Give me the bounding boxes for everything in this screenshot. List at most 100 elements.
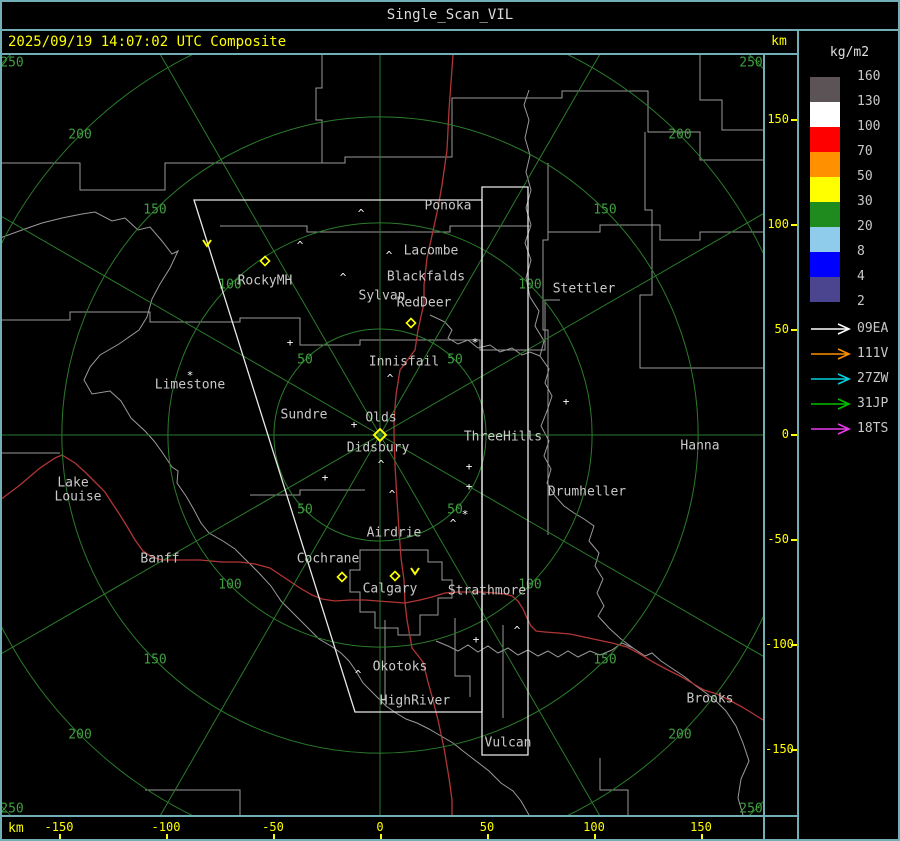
city-label: Louise — [55, 490, 102, 505]
town-marker: ^ — [386, 249, 393, 262]
bottom-axis-label: 100 — [583, 820, 605, 834]
legend-swatch — [810, 252, 840, 277]
legend-color-scale — [810, 77, 840, 302]
radar-site-marker — [259, 255, 271, 267]
bottom-axis-label: 0 — [376, 820, 384, 834]
range-ring-label: 100 — [218, 577, 241, 592]
town-marker: ^ — [340, 271, 347, 284]
town-marker: * — [187, 369, 194, 382]
legend-panel: kg/m2 160 130 100 70 50 30 20 8 4 2 09EA 111V 27ZW 31… — [799, 31, 900, 841]
right-axis-label: 150 — [767, 112, 789, 126]
radar-arrow-icon — [811, 348, 851, 360]
range-ring-label: 200 — [668, 128, 691, 143]
bottom-axis-label: -50 — [262, 820, 284, 834]
range-ring-label: 150 — [143, 652, 166, 667]
city-label: Banff — [140, 552, 179, 567]
range-ring-label: 150 — [143, 203, 166, 218]
town-marker: ^ — [387, 372, 394, 385]
legend-swatch — [810, 202, 840, 227]
legend-scale-label: 70 — [857, 144, 873, 159]
range-ring-label: 250 — [739, 802, 762, 816]
legend-swatch — [810, 77, 840, 102]
legend-swatch — [810, 152, 840, 177]
timestamp-label: 2025/09/19 14:07:02 UTC Composite — [8, 34, 287, 50]
city-label: Lake — [57, 476, 88, 491]
bottom-axis-tick — [487, 834, 489, 841]
range-ring-label: 150 — [593, 652, 616, 667]
bottom-axis-label: 50 — [479, 820, 495, 834]
bottom-axis: km -150 -100 -50 0 50 100 150 — [0, 817, 797, 841]
town-marker: + — [473, 633, 480, 646]
town-marker: ^ — [514, 624, 521, 637]
city-label: Strathmore — [448, 584, 526, 599]
range-ring-label: 50 — [297, 353, 313, 368]
city-label: Cochrane — [297, 552, 360, 567]
bottom-axis-tick — [273, 834, 275, 841]
divider — [0, 29, 900, 31]
city-label: Sundre — [281, 408, 328, 423]
city-label: Okotoks — [373, 660, 428, 675]
town-marker: + — [466, 480, 473, 493]
window-title: Single_Scan_VIL — [386, 6, 514, 23]
right-axis-label: 0 — [781, 427, 789, 441]
radar-map-canvas[interactable]: 50 50 50 50 100 100 100 100 150 150 150 150 200 200 20… — [0, 55, 763, 815]
right-axis-label: -100 — [765, 637, 794, 651]
radar-arrow-icon — [811, 323, 851, 335]
legend-swatch — [810, 227, 840, 252]
radar-id-label: 09EA — [857, 321, 889, 336]
legend-scale-label: 160 — [857, 69, 881, 84]
divider — [0, 53, 797, 55]
city-label: Innisfail — [369, 355, 439, 370]
radar-map-svg[interactable]: 50 5050 50100 100100 100150 150150 150200 20020… — [0, 55, 763, 815]
radar-arrow-icon — [811, 398, 851, 410]
city-label: Brooks — [687, 692, 734, 707]
city-label: Stettler — [553, 282, 616, 297]
range-ring-label: 50 — [297, 502, 313, 517]
legend-scale-label: 2 — [857, 294, 865, 309]
legend-swatch — [810, 177, 840, 202]
city-label: Calgary — [363, 582, 418, 597]
bottom-axis-label: -100 — [151, 820, 181, 834]
city-label: Vulcan — [485, 736, 532, 751]
city-label: RockyMH — [238, 274, 293, 289]
legend-scale-label: 130 — [857, 94, 881, 109]
radar-site-marker — [389, 570, 401, 582]
range-ring-label: 100 — [518, 278, 541, 293]
right-axis-label: -150 — [765, 742, 794, 756]
town-marker: + — [287, 336, 294, 349]
town-marker: ^ — [355, 668, 362, 681]
divider — [797, 29, 799, 841]
town-marker: ^ — [389, 488, 396, 501]
radar-id-label: 18TS — [857, 421, 889, 436]
town-marker: ^ — [450, 517, 457, 530]
legend-scale-label: 8 — [857, 244, 865, 259]
right-axis-label: -50 — [767, 532, 789, 546]
city-label: Drumheller — [548, 485, 626, 500]
town-marker: ^ — [358, 207, 365, 220]
range-ring-label: 50 — [447, 502, 463, 517]
legend-scale-label: 50 — [857, 169, 873, 184]
divider — [0, 815, 797, 817]
legend-swatch — [810, 102, 840, 127]
legend-scale-label: 20 — [857, 219, 873, 234]
legend-scale-label: 4 — [857, 269, 865, 284]
legend-scale-label: 30 — [857, 194, 873, 209]
city-label: Lacombe — [404, 244, 459, 259]
range-ring-label: 200 — [68, 727, 91, 742]
town-marker: * — [472, 336, 479, 349]
right-axis-label: 100 — [767, 217, 789, 231]
range-ring-label: 150 — [593, 203, 616, 218]
bottom-axis-label: -150 — [44, 820, 74, 834]
range-ring-label: 50 — [447, 353, 463, 368]
bottom-axis-tick — [166, 834, 168, 841]
legend-unit-label: kg/m2 — [829, 45, 870, 60]
legend-swatch — [810, 277, 840, 302]
town-marker: ^ — [297, 239, 304, 252]
bottom-axis-tick — [380, 834, 382, 841]
right-axis-unit-label: km — [771, 34, 787, 49]
city-label: Hanna — [680, 439, 719, 454]
town-marker: + — [563, 395, 570, 408]
radar-site-marker — [336, 571, 348, 583]
bottom-axis-unit-label: km — [8, 821, 24, 836]
town-marker: + — [466, 460, 473, 473]
